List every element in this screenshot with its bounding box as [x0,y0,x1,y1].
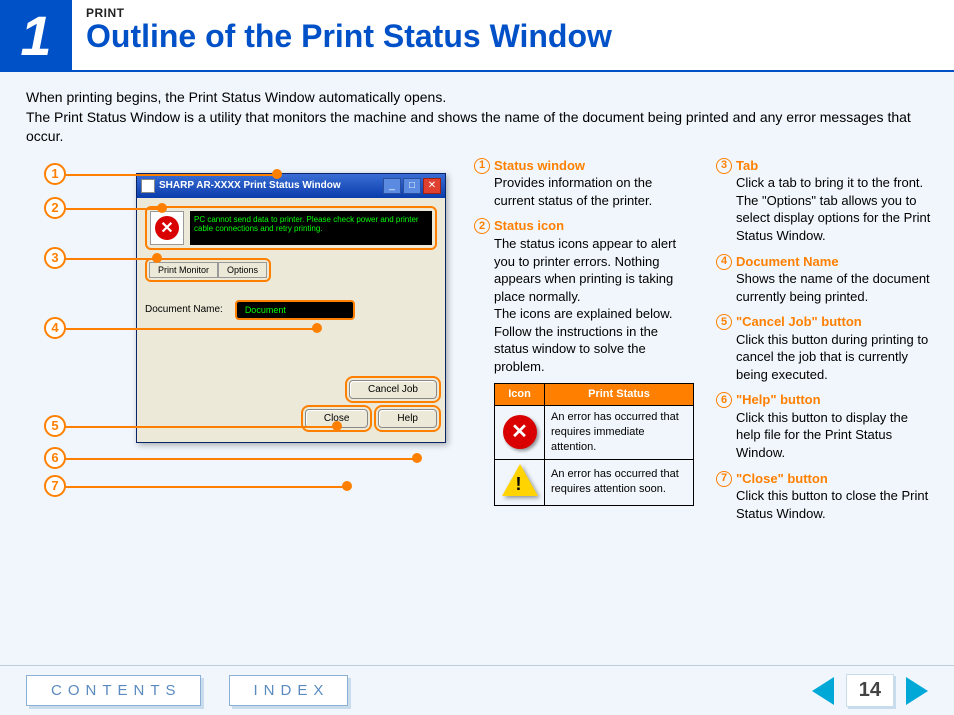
tab-options[interactable]: Options [218,262,267,278]
callout-7: 7 [44,475,66,497]
item-body: Shows the name of the document currently… [736,270,936,305]
error-icon: ✕ [155,216,179,240]
screenshot-diagram: 1 2 3 4 5 6 7 SHARP AR-XXXX Print Status… [26,157,456,537]
item-num-3: 3 [716,158,732,174]
chapter-number-badge: 1 [0,0,72,70]
window-title: SHARP AR-XXXX Print Status Window [159,180,379,191]
item-num-4: 4 [716,254,732,270]
maximize-icon[interactable]: □ [403,178,421,194]
callout-5: 5 [44,415,66,437]
item-title: "Cancel Job" button [736,313,862,331]
item-body: Provides information on the current stat… [494,174,694,209]
intro-line: When printing begins, the Print Status W… [26,88,928,108]
index-button[interactable]: INDEX [229,675,349,706]
table-head-icon: Icon [495,384,545,406]
callout-4: 4 [44,317,66,339]
minimize-icon[interactable]: _ [383,178,401,194]
prev-page-arrow-icon[interactable] [812,677,834,705]
error-icon: ✕ [503,415,537,449]
icon-status-table: Icon Print Status ✕ An error has occurre… [494,383,694,505]
page-header: 1 PRINT Outline of the Print Status Wind… [0,0,954,72]
print-status-window-mock: SHARP AR-XXXX Print Status Window _ □ ✕ … [136,173,446,443]
item-title: Document Name [736,253,839,271]
callout-3: 3 [44,247,66,269]
item-title: "Help" button [736,391,821,409]
next-page-arrow-icon[interactable] [906,677,928,705]
item-body: Click this button during printing to can… [736,331,936,384]
item-body: Click a tab to bring it to the front. Th… [736,174,936,244]
intro-line: The Print Status Window is a utility tha… [26,108,928,147]
window-icon [141,179,155,193]
item-num-2: 2 [474,218,490,234]
item-num-1: 1 [474,158,490,174]
document-name-field: Document [235,300,355,320]
item-title: Status icon [494,217,564,235]
item-num-6: 6 [716,392,732,408]
item-body: Click this button to display the help fi… [736,409,936,462]
item-num-7: 7 [716,471,732,487]
contents-button[interactable]: CONTENTS [26,675,201,706]
item-title: Status window [494,157,585,175]
status-icon: ✕ [150,211,184,245]
page-title: Outline of the Print Status Window [86,18,940,55]
page-number: 14 [846,674,894,707]
item-body: The status icons appear to alert you to … [494,235,694,375]
callout-1: 1 [44,163,66,185]
table-row-text: An error has occurred that requires atte… [545,459,694,505]
item-title: Tab [736,157,758,175]
table-head-status: Print Status [545,384,694,406]
item-title: "Close" button [736,470,828,488]
callout-2: 2 [44,197,66,219]
status-message: PC cannot send data to printer. Please c… [190,211,432,245]
close-icon[interactable]: ✕ [423,178,441,194]
intro-text: When printing begins, the Print Status W… [0,72,954,157]
callout-6: 6 [44,447,66,469]
item-body: Click this button to close the Print Sta… [736,487,936,522]
cancel-job-button[interactable]: Cancel Job [349,380,437,399]
document-name-label: Document Name: [145,304,223,315]
help-button[interactable]: Help [378,409,437,428]
table-row-text: An error has occurred that requires imme… [545,406,694,460]
page-footer: CONTENTS INDEX 14 [0,665,954,715]
item-num-5: 5 [716,314,732,330]
warning-icon [502,464,538,496]
tab-print-monitor[interactable]: Print Monitor [149,262,218,278]
